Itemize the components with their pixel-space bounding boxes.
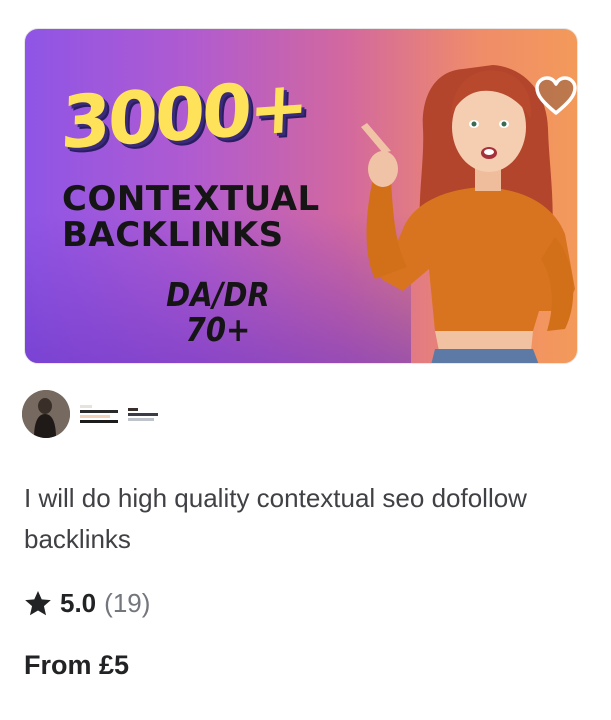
favorite-button[interactable] bbox=[533, 73, 577, 119]
avatar-image bbox=[22, 390, 70, 438]
seller-name-block-1 bbox=[80, 405, 118, 423]
seller-name-block-2 bbox=[128, 407, 158, 421]
gig-card[interactable]: 3000+ CONTEXTUAL BACKLINKS DA/DR 70+ I w… bbox=[0, 0, 611, 720]
star-icon bbox=[25, 590, 51, 615]
thumbnail-metric: DA/DR 70+ bbox=[143, 277, 293, 347]
rating-score: 5.0 bbox=[60, 587, 97, 618]
seller-name-redacted[interactable] bbox=[80, 405, 158, 423]
rating-count: (19) bbox=[104, 587, 151, 618]
seller-info[interactable] bbox=[22, 389, 158, 439]
thumbnail-metric-line2: 70+ bbox=[185, 310, 251, 349]
gig-rating: 5.0 (19) bbox=[24, 586, 150, 620]
gig-title-link[interactable]: I will do high quality contextual seo do… bbox=[24, 478, 584, 560]
gig-price[interactable]: From £5 bbox=[24, 650, 129, 681]
thumbnail-metric-line1: DA/DR bbox=[166, 275, 270, 314]
gig-thumbnail[interactable]: 3000+ CONTEXTUAL BACKLINKS DA/DR 70+ bbox=[24, 28, 578, 364]
thumbnail-headline-number: 3000+ bbox=[59, 63, 308, 166]
seller-avatar[interactable] bbox=[22, 390, 70, 438]
heart-icon bbox=[535, 76, 577, 115]
